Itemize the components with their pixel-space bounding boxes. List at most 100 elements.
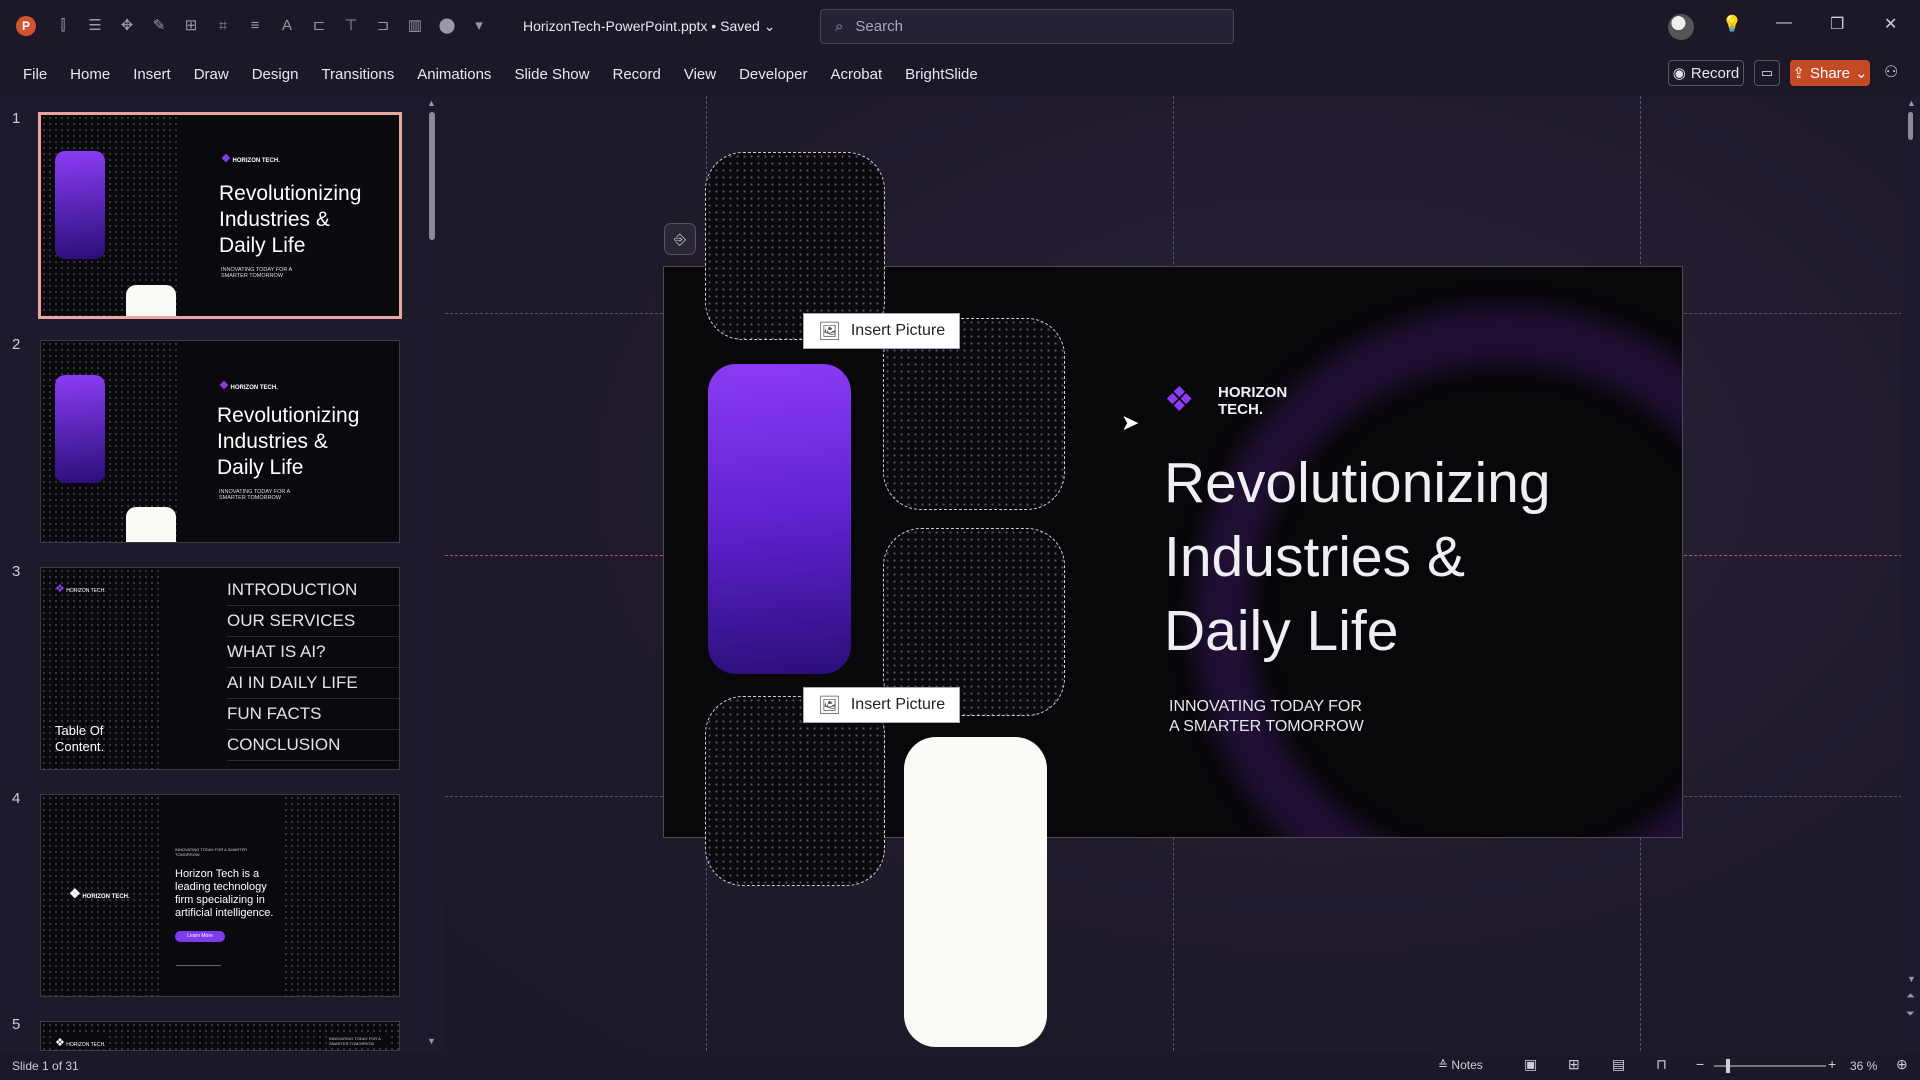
tab-file[interactable]: File: [23, 66, 47, 83]
minimize-icon[interactable]: —: [1776, 14, 1792, 32]
scroll-up-icon[interactable]: ▲: [1907, 98, 1916, 108]
thumb-number: 5: [12, 1016, 21, 1033]
title-line: Revolutionizing: [1164, 451, 1551, 515]
close-icon[interactable]: ✕: [1884, 14, 1897, 34]
zoom-slider-thumb[interactable]: [1726, 1059, 1730, 1073]
insert-picture-button[interactable]: 🖼 Insert Picture: [803, 313, 961, 349]
fit-to-window-icon[interactable]: ⊕: [1896, 1056, 1908, 1073]
slide-thumbnail-1[interactable]: ❖ HORIZON TECH. Revolutionizing Industri…: [38, 112, 402, 319]
slide-title[interactable]: Revolutionizing Industries & Daily Life: [1164, 446, 1614, 668]
distribute-icon[interactable]: ☰: [84, 14, 106, 36]
thumb-brand: ❖ HORIZON TECH.: [219, 379, 278, 392]
picture-placeholder[interactable]: [705, 152, 885, 340]
brand-line: HORIZON: [1218, 384, 1288, 401]
tab-insert[interactable]: Insert: [133, 66, 171, 83]
toc-row: OUR SERVICES02: [227, 606, 399, 637]
zoom-slider[interactable]: [1714, 1059, 1826, 1073]
slide-thumbnail-4[interactable]: ❖ HORIZON TECH. INNOVATING TODAY FOR A S…: [40, 794, 400, 997]
search-icon: ⌕: [835, 18, 844, 35]
tab-brightslide[interactable]: BrightSlide: [905, 66, 978, 83]
previous-slide-icon[interactable]: ⏶: [1906, 990, 1915, 1003]
reading-view-icon[interactable]: ▤: [1612, 1056, 1625, 1073]
thumb-small-text: INNOVATING TODAY FOR A SMARTER TOMORROW: [329, 1036, 389, 1046]
picture-placeholder[interactable]: [705, 696, 885, 886]
customize-qat-icon[interactable]: ▾: [468, 14, 490, 36]
zoom-in-icon[interactable]: +: [1828, 1056, 1836, 1072]
tab-view[interactable]: View: [684, 66, 716, 83]
insert-picture-label: Insert Picture: [850, 322, 946, 339]
notes-button[interactable]: ≙ Notes: [1438, 1058, 1483, 1072]
align-top-icon[interactable]: ⊤: [340, 14, 362, 36]
scrollbar-thumb[interactable]: [1908, 112, 1913, 140]
ribbon-tabs: File Home Insert Draw Design Transitions Anima…: [0, 52, 1920, 96]
tab-draw[interactable]: Draw: [194, 66, 229, 83]
search-input[interactable]: ⌕ Search: [820, 9, 1234, 44]
toc-item-label: CONCLUSION: [227, 735, 341, 754]
normal-view-icon[interactable]: ▣: [1524, 1056, 1537, 1073]
slide-counter: Slide 1 of 31: [12, 1059, 79, 1073]
pen-icon[interactable]: ✎: [148, 14, 170, 36]
move-icon[interactable]: ✥: [116, 14, 138, 36]
align-center-icon[interactable]: ⊞: [180, 14, 202, 36]
designer-icon[interactable]: ⎆: [664, 223, 696, 255]
text-icon[interactable]: A: [276, 14, 298, 36]
slide-thumbnail-3[interactable]: ❖ HORIZON TECH. Table Of Content. INTROD…: [40, 567, 400, 770]
slide-thumbnail-2[interactable]: ❖ HORIZON TECH. Revolutionizing Industri…: [40, 340, 400, 543]
thumb-title: Revolutionizing Industries & Daily Life: [217, 404, 360, 479]
avatar[interactable]: [1668, 14, 1694, 40]
subtitle-line: INNOVATING TODAY FOR: [1169, 698, 1362, 715]
crop-icon[interactable]: ⌗: [212, 14, 234, 36]
tab-acrobat[interactable]: Acrobat: [830, 66, 882, 83]
toc-row: FUN FACTS05: [227, 699, 399, 730]
insert-picture-button[interactable]: 🖼 Insert Picture: [803, 687, 961, 723]
slideshow-icon[interactable]: ⊓: [1656, 1056, 1667, 1073]
slide-thumbnail-panel: 1 2 3 4 5 ❖ HORIZON TECH. Revolutionizin…: [0, 96, 443, 1051]
zoom-level[interactable]: 36 %: [1850, 1059, 1877, 1073]
record-button[interactable]: ◉ Record: [1668, 60, 1744, 86]
list-icon[interactable]: ≡: [244, 14, 266, 36]
slide-sorter-icon[interactable]: ⊞: [1568, 1056, 1580, 1073]
tab-record[interactable]: Record: [612, 66, 660, 83]
share-button[interactable]: ⇪ Share ⌄: [1790, 60, 1870, 86]
zoom-out-icon[interactable]: −: [1696, 1056, 1704, 1072]
slide-subtitle[interactable]: INNOVATING TODAY FOR A SMARTER TOMORROW: [1169, 697, 1364, 737]
align-left-icon[interactable]: ⊏: [308, 14, 330, 36]
scroll-down-icon[interactable]: ▼: [1907, 974, 1916, 984]
next-slide-icon[interactable]: ⏷: [1906, 1008, 1915, 1021]
coauthor-icon[interactable]: ⚇: [1884, 62, 1898, 82]
chart-icon[interactable]: ▥: [404, 14, 426, 36]
tab-design[interactable]: Design: [252, 66, 299, 83]
white-rounded-shape[interactable]: [904, 737, 1047, 1047]
scroll-up-icon[interactable]: ▲: [427, 98, 436, 108]
slide-thumbnail-5[interactable]: ❖ HORIZON TECH. INNOVATING TODAY FOR A S…: [40, 1021, 400, 1051]
thumb-brand-text: HORIZON TECH.: [232, 158, 280, 164]
brand-name[interactable]: HORIZON TECH.: [1218, 384, 1287, 418]
tab-home[interactable]: Home: [70, 66, 110, 83]
thumbnail-scrollbar[interactable]: ▲ ▼: [424, 96, 442, 1051]
align-icon[interactable]: ⫿: [52, 14, 74, 36]
shape-icon[interactable]: ⬤: [436, 14, 458, 36]
tab-developer[interactable]: Developer: [739, 66, 807, 83]
white-shape: [126, 507, 176, 542]
notes-label: Notes: [1451, 1058, 1483, 1072]
document-title[interactable]: HorizonTech-PowerPoint.pptx • Saved ⌄: [523, 18, 775, 35]
restore-icon[interactable]: ❐: [1830, 14, 1844, 34]
tab-slide-show[interactable]: Slide Show: [514, 66, 589, 83]
purple-gradient-shape[interactable]: [708, 364, 851, 674]
record-icon: ◉: [1672, 65, 1686, 82]
lightbulb-icon[interactable]: 💡: [1722, 14, 1742, 34]
document-title-text: HorizonTech-PowerPoint.pptx • Saved: [523, 18, 760, 34]
editor-scrollbar[interactable]: ▲ ▼ ⏶ ⏷: [1901, 96, 1919, 1051]
scroll-down-icon[interactable]: ▼: [427, 1036, 436, 1046]
toc-item-label: INTRODUCTION: [227, 580, 358, 599]
share-icon: ⇪: [1792, 65, 1805, 82]
tab-animations[interactable]: Animations: [417, 66, 491, 83]
scrollbar-thumb[interactable]: [429, 112, 435, 240]
align-right-icon[interactable]: ⊐: [372, 14, 394, 36]
purple-shape: [55, 151, 105, 259]
learn-more-button: Learn More: [175, 931, 225, 942]
status-bar: Slide 1 of 31 ≙ Notes ▣ ⊞ ▤ ⊓ − + 36 % ⊕: [0, 1051, 1920, 1080]
toc-item-label: AI IN DAILY LIFE: [227, 673, 358, 692]
comments-button[interactable]: ▭: [1754, 60, 1780, 86]
tab-transitions[interactable]: Transitions: [321, 66, 394, 83]
